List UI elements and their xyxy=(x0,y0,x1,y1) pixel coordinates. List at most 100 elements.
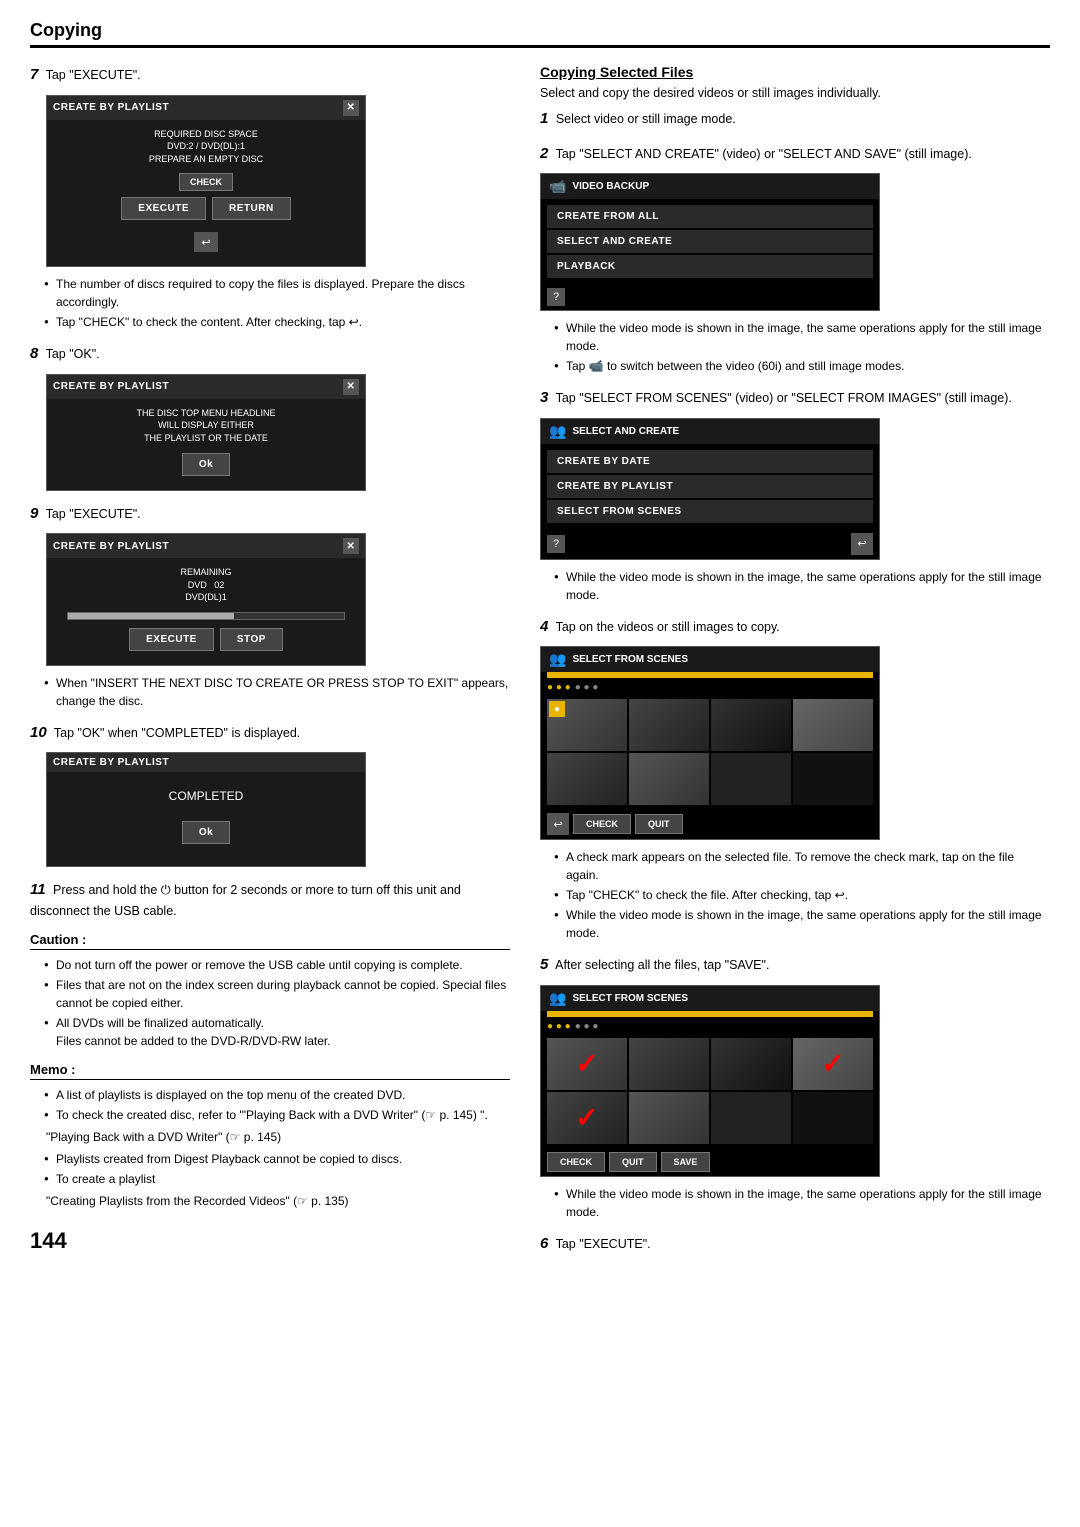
step-10-label: 10 Tap "OK" when "COMPLETED" is displaye… xyxy=(30,722,510,745)
scene-thumb-3[interactable] xyxy=(711,699,791,751)
execute-button-2[interactable]: EXECUTE xyxy=(129,628,214,651)
ok-button-2[interactable]: Ok xyxy=(182,821,230,844)
bullet-7-2: Tap "CHECK" to check the content. After … xyxy=(46,313,510,331)
selected-dot-1: ● xyxy=(549,701,565,717)
step-9-label: 9 Tap "EXECUTE". xyxy=(30,503,510,526)
scene-thumb-7[interactable] xyxy=(711,753,791,805)
menu-select-from-scenes[interactable]: SELECT FROM SCENES xyxy=(547,500,873,523)
r-bullet-3-1: While the video mode is shown in the ima… xyxy=(556,568,1050,604)
right-step-3-bullets: While the video mode is shown in the ima… xyxy=(556,568,1050,604)
progress-fill xyxy=(68,613,234,619)
scene-thumb-s3[interactable] xyxy=(711,1038,791,1090)
screen-body-3: REMAININGDVD 02DVD(DL)1 EXECUTE STOP xyxy=(47,558,365,665)
memo-list: A list of playlists is displayed on the … xyxy=(46,1086,510,1124)
scene-thumb-s8[interactable] xyxy=(793,1092,873,1144)
scene-thumb-s2[interactable] xyxy=(629,1038,709,1090)
right-step-3: 3 Tap "SELECT FROM SCENES" (video) or "S… xyxy=(540,387,1050,604)
scene-thumb-s5[interactable]: ✓ xyxy=(547,1092,627,1144)
screen-header-2: CREATE BY PLAYLIST ✕ xyxy=(47,375,365,399)
close-button-2[interactable]: ✕ xyxy=(343,379,359,395)
screen-select-create-header: 👥 SELECT AND CREATE xyxy=(541,419,879,444)
return-button-1[interactable]: RETURN xyxy=(212,197,291,220)
back-nav-btn-1[interactable]: ↩ xyxy=(851,533,873,555)
scene-thumb-s1[interactable]: ✓ xyxy=(547,1038,627,1090)
step-7: 7 Tap "EXECUTE". CREATE BY PLAYLIST ✕ RE… xyxy=(30,64,510,331)
menu-create-by-playlist[interactable]: CREATE BY PLAYLIST xyxy=(547,475,873,498)
right-step-2: 2 Tap "SELECT AND CREATE" (video) or "SE… xyxy=(540,143,1050,376)
memo-bullet-2: To check the created disc, refer to '"Pl… xyxy=(46,1106,510,1124)
scene-grid-2: ✓ ✓ ✓ xyxy=(541,1034,879,1148)
scene-thumb-4[interactable] xyxy=(793,699,873,751)
execute-button-1[interactable]: EXECUTE xyxy=(121,197,206,220)
screen-create-playlist-3: CREATE BY PLAYLIST ✕ REMAININGDVD 02DVD(… xyxy=(46,533,366,666)
scene-buttons-1: ↩ CHECK QUIT xyxy=(541,809,879,839)
caution-bullet-1: Do not turn off the power or remove the … xyxy=(46,956,510,974)
right-step-6: 6 Tap "EXECUTE". xyxy=(540,1233,1050,1256)
menu-playback[interactable]: PLAYBACK xyxy=(547,255,873,278)
check-button-2[interactable]: CHECK xyxy=(573,814,631,834)
ok-button-1[interactable]: Ok xyxy=(182,453,230,476)
menu-select-and-create[interactable]: SELECT AND CREATE xyxy=(547,230,873,253)
checkmark-1: ✓ xyxy=(547,1038,627,1090)
screen-header-3: CREATE BY PLAYLIST ✕ xyxy=(47,534,365,558)
check-button-1[interactable]: CHECK xyxy=(179,173,233,191)
screen-create-playlist-4: CREATE BY PLAYLIST COMPLETED Ok xyxy=(46,752,366,867)
r-bullet-2-1: While the video mode is shown in the ima… xyxy=(556,319,1050,355)
screen-body-4: COMPLETED Ok xyxy=(47,772,365,866)
completed-text: COMPLETED xyxy=(57,780,355,813)
people-icon-1: 👥 xyxy=(549,423,566,440)
scene-thumb-s4[interactable]: ✓ xyxy=(793,1038,873,1090)
bullet-7-1: The number of discs required to copy the… xyxy=(46,275,510,311)
yellow-progress-bar-1 xyxy=(547,672,873,678)
help-icon-2[interactable]: ? xyxy=(547,535,565,553)
stop-button-1[interactable]: STOP xyxy=(220,628,283,651)
memo-section: Memo : A list of playlists is displayed … xyxy=(30,1062,510,1208)
right-step-4-bullets: A check mark appears on the selected fil… xyxy=(556,848,1050,942)
scene-thumb-s6[interactable] xyxy=(629,1092,709,1144)
scene-thumb-6[interactable] xyxy=(629,753,709,805)
quit-button-1[interactable]: QUIT xyxy=(635,814,683,834)
scene-thumb-8[interactable] xyxy=(793,753,873,805)
menu-create-by-date[interactable]: CREATE BY DATE xyxy=(547,450,873,473)
step-11-label: 11 Press and hold the ⏻ button for 2 sec… xyxy=(30,879,510,920)
right-step-5: 5 After selecting all the files, tap "SA… xyxy=(540,954,1050,1221)
video-icon: 📹 xyxy=(549,178,566,195)
screen-scenes-header-1: 👥 SELECT FROM SCENES xyxy=(541,647,879,672)
right-column: Copying Selected Files Select and copy t… xyxy=(540,64,1050,1267)
caution-header: Caution : xyxy=(30,932,510,950)
screen-footer-1: ? xyxy=(541,284,879,310)
execute-stop-row: EXECUTE STOP xyxy=(57,628,355,651)
step-7-label: 7 Tap "EXECUTE". xyxy=(30,64,510,87)
dots-row-2: ● ● ● ● ● ● xyxy=(541,1019,879,1034)
quit-button-2[interactable]: QUIT xyxy=(609,1152,657,1172)
close-button-3[interactable]: ✕ xyxy=(343,538,359,554)
back-nav-btn-2[interactable]: ↩ xyxy=(547,813,569,835)
step-9-bullets: When "INSERT THE NEXT DISC TO CREATE OR … xyxy=(46,674,510,710)
screen-scenes-header-2: 👥 SELECT FROM SCENES xyxy=(541,986,879,1011)
screen-body-1: REQUIRED DISC SPACEDVD:2 / DVD(DL):1PREP… xyxy=(47,120,365,267)
screen-select-from-scenes-2: 👥 SELECT FROM SCENES ● ● ● ● ● ● ✓ xyxy=(540,985,880,1177)
right-step-2-label: 2 Tap "SELECT AND CREATE" (video) or "SE… xyxy=(540,143,1050,166)
save-button-1[interactable]: SAVE xyxy=(661,1152,711,1172)
scene-thumb-1[interactable]: ● xyxy=(547,699,627,751)
menu-create-from-all[interactable]: CREATE FROM ALL xyxy=(547,205,873,228)
r-bullet-4-1: A check mark appears on the selected fil… xyxy=(556,848,1050,884)
right-step-6-label: 6 Tap "EXECUTE". xyxy=(540,1233,1050,1256)
scene-thumb-2[interactable] xyxy=(629,699,709,751)
check-button-3[interactable]: CHECK xyxy=(547,1152,605,1172)
caution-bullet-2: Files that are not on the index screen d… xyxy=(46,976,510,1012)
scene-thumb-5[interactable] xyxy=(547,753,627,805)
close-button-1[interactable]: ✕ xyxy=(343,100,359,116)
checkmark-2: ✓ xyxy=(793,1038,873,1090)
ok-btn-row-2: Ok xyxy=(57,821,355,844)
screen-create-playlist-1: CREATE BY PLAYLIST ✕ REQUIRED DISC SPACE… xyxy=(46,95,366,268)
scene-thumb-s7[interactable] xyxy=(711,1092,791,1144)
step-9: 9 Tap "EXECUTE". CREATE BY PLAYLIST ✕ RE… xyxy=(30,503,510,710)
right-step-4: 4 Tap on the videos or still images to c… xyxy=(540,616,1050,943)
back-button-1[interactable]: ↩ xyxy=(194,232,218,252)
help-icon-1[interactable]: ? xyxy=(547,288,565,306)
caution-bullet-3: All DVDs will be finalized automatically… xyxy=(46,1014,510,1050)
section-title: Copying Selected Files xyxy=(540,64,1050,80)
r-bullet-5-1: While the video mode is shown in the ima… xyxy=(556,1185,1050,1221)
page-title: Copying xyxy=(30,20,1050,41)
